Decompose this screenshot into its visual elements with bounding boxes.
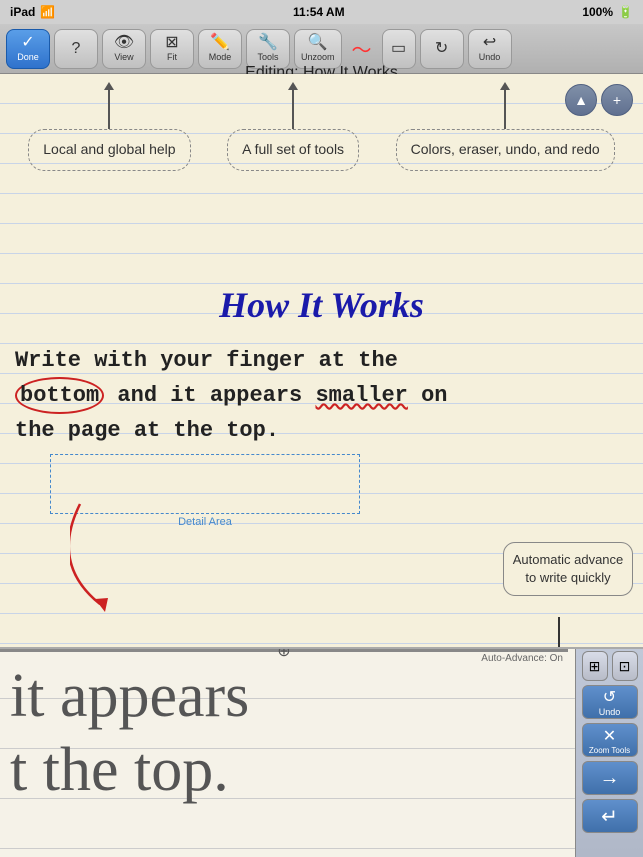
tools-icon: 🔧 [258,35,278,51]
rp-row-1: ⊞ ⊡ [582,651,638,681]
main-title: How It Works [0,284,643,326]
scroll-up-button[interactable]: ▲ [565,84,597,116]
help-button[interactable]: ? [54,29,98,69]
bottom-divider: ⊕ [0,649,568,652]
undo-btn[interactable]: ↺ Undo [582,685,638,719]
card-col-2: A full set of tools [227,89,359,171]
card-3: Colors, eraser, undo, and redo [396,129,615,171]
wave-button[interactable]: 〜 [346,29,378,69]
hw-line-2: bottom and it appears smaller on [15,377,628,414]
arrow-right-icon: → [600,767,620,790]
chevron-up-icon: ▲ [574,92,588,108]
refresh-button[interactable]: ↻ [420,29,464,69]
fit-icon: ⊠ [165,35,178,51]
cards-area: Local and global help A full set of tool… [0,74,643,181]
bottom-line-2: t the top. [10,733,249,807]
ipad-label: iPad [10,5,35,19]
x-btn[interactable]: ✕ Zoom Tools [582,723,638,757]
card-2: A full set of tools [227,129,359,171]
time-display: 11:54 AM [293,5,345,19]
checkmark-icon: ✓ [21,35,34,51]
status-bar: iPad 📶 11:54 AM 100% 🔋 [0,0,643,24]
mode-button[interactable]: ✏️ Mode [198,29,242,69]
tools-button[interactable]: 🔧 Tools [246,29,290,69]
status-right: 100% 🔋 [582,5,633,19]
bottom-area: ⊕ Auto-Advance: On it appears t the top.… [0,647,643,857]
eye-icon: 👁 [114,35,134,51]
bottom-line-1: it appears [10,659,249,733]
wave-icon: 〜 [352,34,372,63]
card-1: Local and global help [28,129,190,171]
question-icon: ? [72,41,81,57]
right-panel: ⊞ ⊡ ↺ Undo ✕ Zoom Tools → [575,647,643,857]
undo-button[interactable]: ↩ Undo [468,29,512,69]
status-left: iPad 📶 [10,5,55,19]
auto-advance-status: Auto-Advance: On [481,653,563,664]
divider-arrow: ⊕ [277,647,290,661]
eraser-icon: ▭ [391,41,406,57]
zoom-tools-label: Zoom Tools [589,746,630,755]
refresh-icon: ↻ [435,41,448,57]
arrow-down-btn[interactable]: ↵ [582,799,638,833]
grid-icon-2: ⊡ [619,658,631,675]
bottom-handwriting: it appears t the top. [10,659,249,808]
arrow-down-icon: ↵ [601,804,618,829]
x-icon: ✕ [603,726,616,746]
unzoom-icon: 🔍 [308,35,328,51]
eraser-button[interactable]: ▭ [382,29,416,69]
hw-line-1: Write with your finger at the [15,344,628,377]
view-button[interactable]: 👁 View [102,29,146,69]
handwritten-area: Write with your finger at the bottom and… [15,344,628,447]
auto-advance-callout: Automatic advance to write quickly [503,542,633,596]
undo-label: Undo [599,707,621,717]
mode-icon: ✏️ [210,35,230,51]
arrow-up-3 [504,89,506,129]
add-button[interactable]: + [601,84,633,116]
done-button[interactable]: ✓ Done [6,29,50,69]
scroll-buttons: ▲ + [565,84,633,116]
toolbar: ✓ Done ? 👁 View ⊠ Fit ✏️ Mode 🔧 Tools 🔍 … [0,24,643,74]
fit-button[interactable]: ⊠ Fit [150,29,194,69]
detail-area-label: Detail Area [178,516,232,528]
red-arrow [70,494,150,614]
grid-icon-1: ⊞ [589,658,601,675]
battery-label: 100% [582,5,613,19]
arrow-up-1 [108,89,110,129]
plus-icon: + [613,92,621,108]
main-content: ▲ + Local and global help A full set of … [0,74,643,857]
wifi-icon: 📶 [40,5,55,19]
battery-icon: 🔋 [618,5,633,19]
grid-btn-1[interactable]: ⊞ [582,651,608,681]
arrow-up-2 [292,89,294,129]
grid-btn-2[interactable]: ⊡ [612,651,638,681]
hw-line-3: the page at the top. [15,414,628,447]
undo-icon: ↩ [483,35,496,51]
undo-icon: ↺ [603,687,616,707]
arrow-right-btn[interactable]: → [582,761,638,795]
hw-circled-word: bottom [15,377,104,414]
card-col-1: Local and global help [28,89,190,171]
unzoom-button[interactable]: 🔍 Unzoom [294,29,342,69]
hw-underlined-word: smaller [315,383,407,408]
